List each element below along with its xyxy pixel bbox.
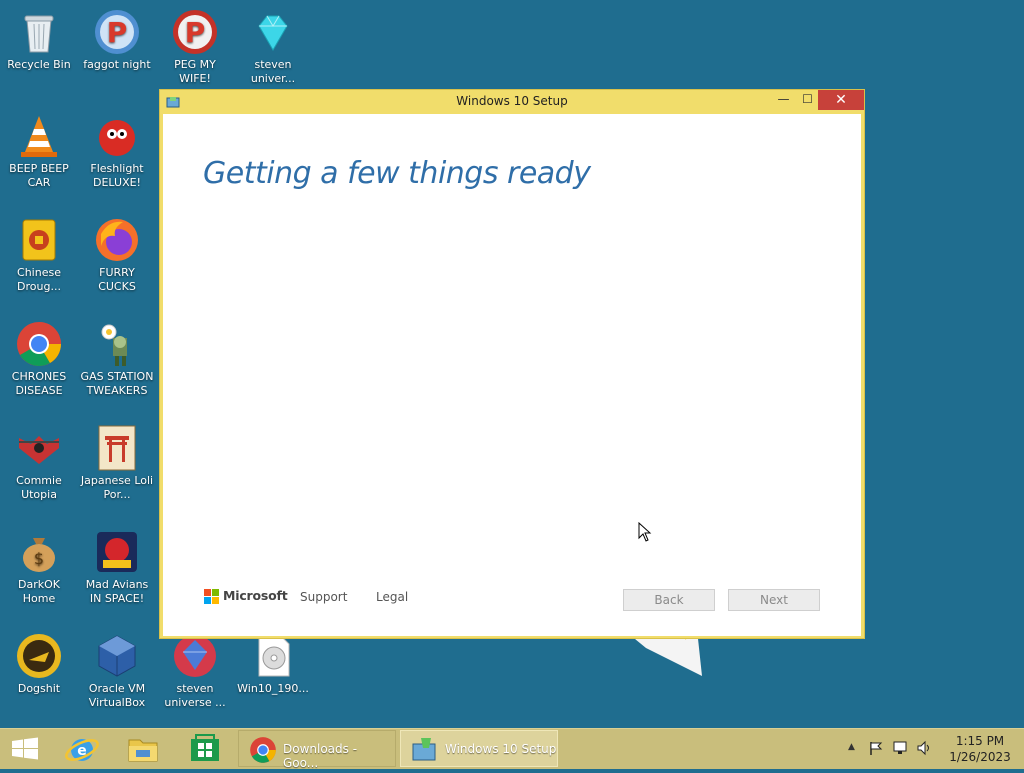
desktop-icon-gas-station-tweakers[interactable]: GAS STATION TWEAKERS: [78, 316, 156, 412]
file-explorer-icon: [128, 739, 158, 762]
red-creature-icon: [93, 112, 141, 160]
desktop-icon-darkok-home[interactable]: $ DarkOK Home: [0, 524, 78, 620]
minimize-button[interactable]: —: [770, 90, 797, 110]
recycle-bin-icon: [15, 8, 63, 56]
desktop-icon-chinese-droug[interactable]: Chinese Droug...: [0, 212, 78, 308]
money-bag-icon: $: [15, 528, 63, 576]
setup-window: Windows 10 Setup — ☐ ✕ Getting a few thi…: [159, 89, 865, 639]
disc-image-icon: [249, 632, 297, 680]
diamond-gem-icon: [249, 8, 297, 56]
store-icon: [191, 734, 219, 761]
taskbar: e Downloads - Goo... Windows 10 Setup ▲ …: [0, 728, 1024, 770]
volume-icon[interactable]: [916, 740, 932, 760]
support-link[interactable]: Support: [300, 590, 347, 604]
setup-app-icon: [411, 736, 439, 764]
desktop-icon-peg-my-wife[interactable]: P PEG MY WIFE!: [156, 4, 234, 100]
desktop-icon-label: Dogshit: [17, 682, 61, 695]
desktop-icon-label: steven universe ...: [164, 682, 226, 709]
task-label: Windows 10 Setup: [445, 742, 557, 756]
chrome-icon: [15, 320, 63, 368]
desktop-icon-steven-univer[interactable]: steven univer...: [234, 4, 312, 100]
desktop-icon-label: Oracle VM VirtualBox: [88, 682, 146, 709]
gold-emblem-icon: [15, 632, 63, 680]
desktop-icon-label: DarkOK Home: [18, 578, 60, 605]
window-titlebar[interactable]: Windows 10 Setup — ☐ ✕: [160, 90, 864, 114]
red-shield-icon: [15, 424, 63, 472]
desktop-icon-label: Chinese Droug...: [17, 266, 61, 293]
desktop-icon-faggot-night[interactable]: P faggot night: [78, 4, 156, 100]
start-button[interactable]: [0, 729, 50, 769]
angry-bird-space-icon: [93, 528, 141, 576]
next-button[interactable]: Next: [728, 589, 820, 611]
desktop-icon-label: Mad Avians IN SPACE!: [85, 578, 149, 605]
gem-medallion-icon: [171, 632, 219, 680]
task-label: Downloads - Goo...: [283, 742, 358, 770]
pinned-file-explorer[interactable]: [114, 729, 172, 769]
desktop-icon-commie-utopia[interactable]: Commie Utopia: [0, 420, 78, 516]
microsoft-brand-text: Microsoft: [223, 588, 288, 603]
p-logo-icon: P: [93, 8, 141, 56]
desktop-icon-dogshit[interactable]: Dogshit: [0, 628, 78, 724]
desktop-icon-label: Japanese Loli Por...: [80, 474, 154, 501]
desktop-icon-steven-universe-2[interactable]: steven universe ...: [156, 628, 234, 724]
internet-explorer-icon: e: [65, 739, 99, 761]
close-button[interactable]: ✕: [818, 90, 864, 110]
desktop-icon-label: FURRY CUCKS: [98, 266, 136, 293]
svg-text:$: $: [34, 549, 44, 568]
svg-text:e: e: [77, 743, 87, 759]
desktop-icon-label: Win10_190...: [237, 682, 309, 695]
desktop-icon-mad-avians-in-space[interactable]: Mad Avians IN SPACE!: [78, 524, 156, 620]
clock-date: 1/26/2023: [949, 750, 1011, 764]
show-hidden-icons-button[interactable]: ▲: [848, 742, 855, 752]
torii-book-icon: [93, 424, 141, 472]
network-icon[interactable]: [892, 740, 908, 760]
firefox-icon: [93, 216, 141, 264]
pinned-store[interactable]: [176, 729, 234, 769]
pinned-internet-explorer[interactable]: e: [54, 729, 112, 769]
desktop-icon-furry-cucks[interactable]: FURRY CUCKS: [78, 212, 156, 308]
desktop-icon-label: CHRONES DISEASE: [11, 370, 67, 397]
desktop-icon-label: faggot night: [83, 58, 151, 71]
chrome-icon: [249, 736, 277, 764]
clock-time: 1:15 PM: [955, 734, 1005, 748]
desktop-icon-oracle-vm-virtualbox[interactable]: Oracle VM VirtualBox: [78, 628, 156, 724]
desktop-icon-label: Recycle Bin: [7, 58, 71, 71]
desktop-icon-label: GAS STATION TWEAKERS: [80, 370, 154, 397]
maximize-button[interactable]: ☐: [794, 90, 821, 110]
desktop-icon-label: steven univer...: [250, 58, 296, 85]
desktop-icon-label: Commie Utopia: [16, 474, 62, 501]
desktop-icon-label: PEG MY WIFE!: [174, 58, 216, 85]
action-center-flag-icon[interactable]: [868, 740, 884, 760]
desktop-icon-win10-iso[interactable]: Win10_190...: [234, 628, 312, 724]
system-tray: ▲: [844, 729, 934, 769]
flower-zombie-icon: [93, 320, 141, 368]
page-title: Getting a few things ready: [203, 156, 591, 191]
mahjong-tile-icon: [15, 216, 63, 264]
legal-link[interactable]: Legal: [376, 590, 408, 604]
back-button[interactable]: Back: [623, 589, 715, 611]
setup-client-area: Getting a few things ready Microsoft Sup…: [163, 114, 861, 636]
mouse-cursor-icon: [638, 521, 652, 542]
taskbar-clock[interactable]: 1:15 PM 1/26/2023: [940, 733, 1020, 765]
microsoft-logo-icon: [204, 589, 219, 604]
task-windows-10-setup[interactable]: Windows 10 Setup: [400, 730, 558, 767]
svg-text:P: P: [107, 16, 128, 49]
vlc-cone-icon: [15, 112, 63, 160]
desktop-icon-label: BEEP BEEP CAR: [9, 162, 69, 189]
desktop-icon-beep-beep-car[interactable]: BEEP BEEP CAR: [0, 108, 78, 204]
virtualbox-icon: [93, 632, 141, 680]
window-title: Windows 10 Setup: [456, 94, 568, 108]
desktop-icon-japanese-loli-por[interactable]: Japanese Loli Por...: [78, 420, 156, 516]
desktop-icon-fleshlight-deluxe[interactable]: Fleshlight DELUXE!: [78, 108, 156, 204]
task-chrome-downloads[interactable]: Downloads - Goo...: [238, 730, 396, 770]
p-logo-icon: P: [171, 8, 219, 56]
svg-text:P: P: [185, 16, 206, 49]
desktop-icon-recycle-bin[interactable]: Recycle Bin: [0, 4, 78, 100]
desktop-icon-label: Fleshlight DELUXE!: [90, 162, 144, 189]
desktop-icon-chrones-disease[interactable]: CHRONES DISEASE: [0, 316, 78, 412]
